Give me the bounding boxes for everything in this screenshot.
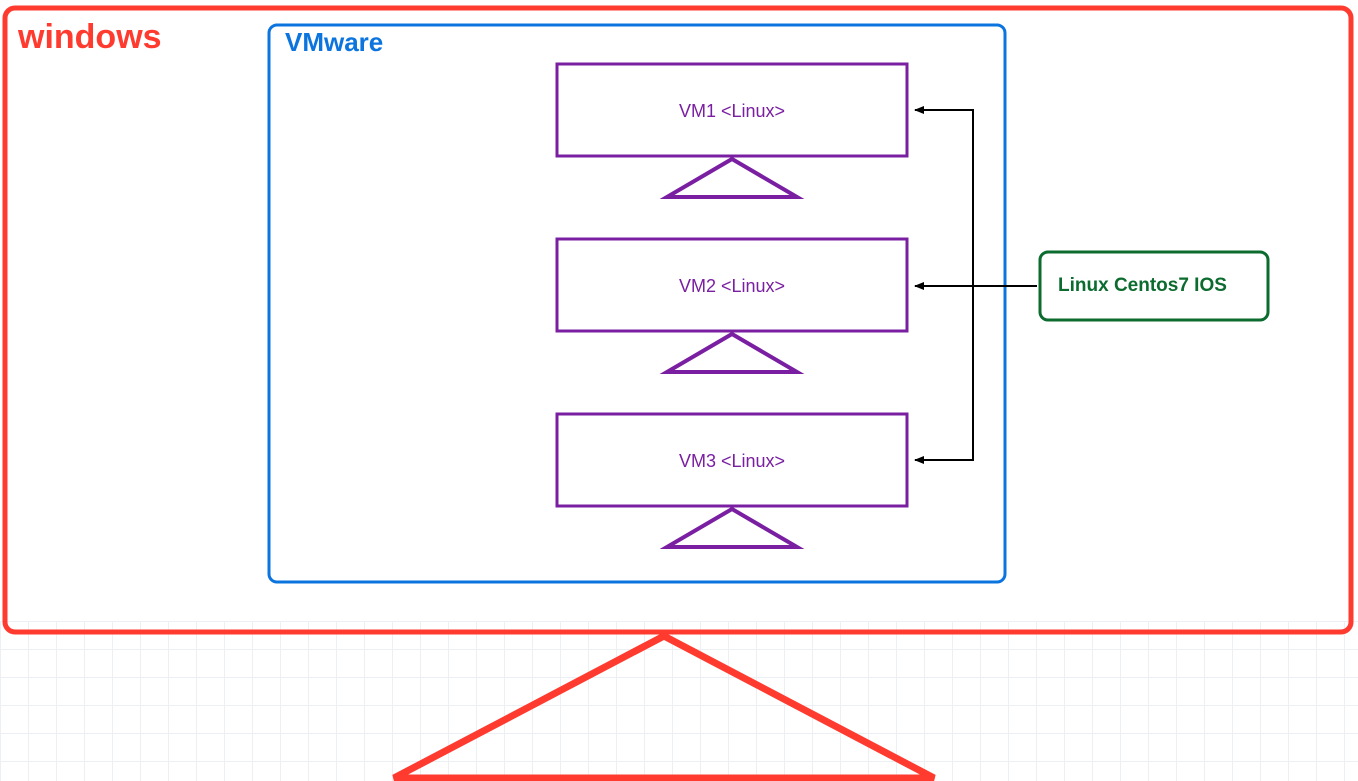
vm1-label: VM1 <Linux>	[557, 101, 907, 122]
vm3-label: VM3 <Linux>	[557, 451, 907, 472]
vm3-monitor	[557, 414, 907, 547]
vmware-label: VMware	[285, 27, 383, 58]
iso-label: Linux Centos7 IOS	[1058, 275, 1227, 297]
vm2-monitor	[557, 239, 907, 372]
windows-host-label: windows	[18, 18, 162, 57]
windows-host-monitor	[5, 8, 1351, 778]
connector-arrows	[915, 110, 1037, 460]
vm1-monitor	[557, 64, 907, 197]
vm2-label: VM2 <Linux>	[557, 276, 907, 297]
